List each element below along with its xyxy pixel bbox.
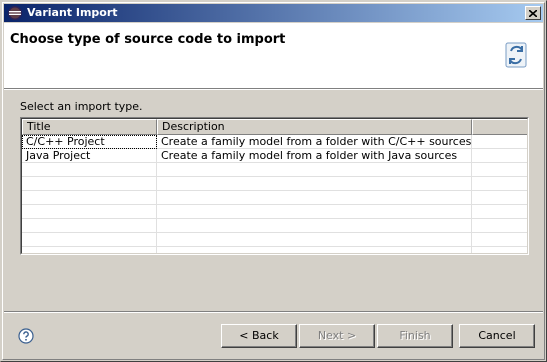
row-title-cell[interactable]: C/C++ Project [22,135,157,149]
eclipse-icon [8,6,22,20]
help-icon[interactable] [18,328,34,344]
title-bar[interactable]: Variant Import [4,4,543,22]
instruction-label: Select an import type. [20,100,143,113]
column-header-title[interactable]: Title [22,119,157,135]
import-wizard-icon [505,42,527,68]
row-description-cell[interactable]: Create a family model from a folder with… [157,149,472,163]
footer-separator [4,311,543,313]
close-icon [529,9,537,17]
close-button[interactable] [525,6,541,20]
column-header-filler [472,119,527,135]
empty-row [22,205,527,219]
table-row[interactable]: C/C++ Project Create a family model from… [22,135,527,149]
empty-row [22,219,527,233]
header-separator [4,88,543,90]
window-title: Variant Import [27,6,118,19]
row-description-cell[interactable]: Create a family model from a folder with… [157,135,472,149]
empty-row [22,191,527,205]
empty-row [22,233,527,247]
page-title: Choose type of source code to import [10,32,286,47]
table-row[interactable]: Java Project Create a family model from … [22,149,527,163]
back-button[interactable]: < Back [221,324,297,348]
dialog-window: Variant Import Choose type of source cod… [0,0,547,362]
empty-row [22,247,527,253]
row-title-cell[interactable]: Java Project [22,149,157,163]
empty-row [22,177,527,191]
next-button[interactable]: Next > [299,324,375,348]
empty-row [22,163,527,177]
column-header-description[interactable]: Description [157,119,472,135]
cancel-button[interactable]: Cancel [459,324,535,348]
table-header: Title Description [22,119,527,135]
import-type-table[interactable]: Title Description C/C++ Project Create a… [20,117,529,255]
wizard-header: Choose type of source code to import [4,23,543,88]
finish-button[interactable]: Finish [377,324,453,348]
